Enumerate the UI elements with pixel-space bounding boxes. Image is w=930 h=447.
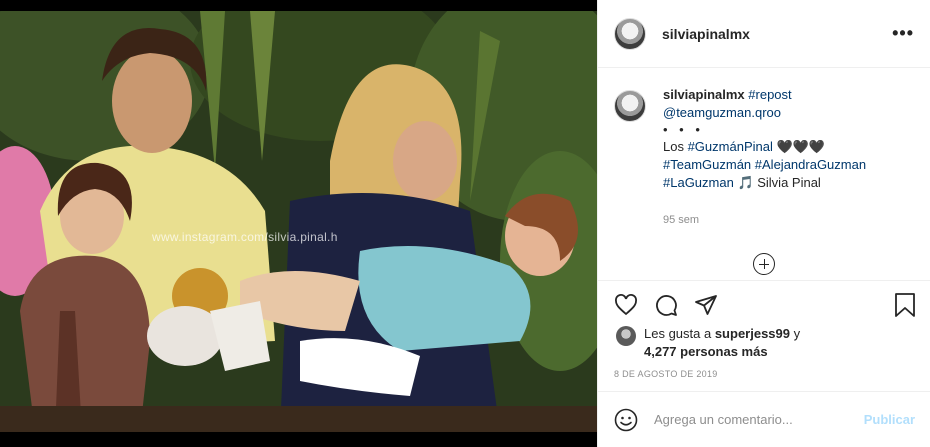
likes-prefix: Les gusta a: [644, 326, 715, 341]
caption-username[interactable]: silviapinalmx: [663, 87, 745, 102]
avatar[interactable]: [614, 17, 646, 50]
header-username[interactable]: silviapinalmx: [662, 26, 750, 42]
likes-text: Les gusta a superjess99 y 4,277 personas…: [644, 325, 800, 361]
instagram-post: www.instagram.com/silvia.pinal.h silviap…: [0, 0, 930, 447]
caption-dots: • • •: [663, 122, 704, 137]
post-header: silviapinalmx •••: [598, 0, 930, 68]
more-options-icon[interactable]: •••: [892, 23, 914, 44]
action-bar: [598, 280, 930, 328]
hashtag-teamguzman[interactable]: #TeamGuzmán: [663, 157, 751, 172]
caption-body: silviapinalmx #repost @teamguzman.qroo •…: [663, 86, 866, 192]
likes-summary: Les gusta a superjess99 y 4,277 personas…: [616, 325, 916, 361]
share-icon[interactable]: [694, 293, 718, 317]
heart-icon[interactable]: [614, 293, 638, 317]
post-caption: silviapinalmx #repost @teamguzman.qroo •…: [614, 86, 919, 192]
post-side-panel: silviapinalmx ••• silviapinalmx #repost …: [597, 0, 930, 447]
post-photo[interactable]: www.instagram.com/silvia.pinal.h: [0, 11, 597, 432]
likes-joiner: y: [790, 326, 801, 341]
comment-bar: Publicar: [598, 391, 930, 447]
caption-hearts: 🖤🖤🖤: [772, 139, 826, 154]
caption-text-los: Los: [663, 139, 688, 154]
hashtag-laguzman[interactable]: #LaGuzman: [663, 175, 734, 190]
photo-watermark: www.instagram.com/silvia.pinal.h: [152, 230, 338, 244]
mention-teamguzman[interactable]: @teamguzman.qroo: [663, 105, 781, 120]
emoji-icon[interactable]: [614, 408, 638, 432]
post-photo-container: www.instagram.com/silvia.pinal.h: [0, 0, 597, 447]
caption-timestamp[interactable]: 95 sem: [663, 214, 699, 226]
hashtag-alejandraguzman[interactable]: #AlejandraGuzman: [755, 157, 866, 172]
comment-icon[interactable]: [654, 293, 678, 317]
post-date[interactable]: 8 DE AGOSTO DE 2019: [614, 369, 718, 379]
caption-song: 🎵 Silvia Pinal: [733, 175, 821, 190]
caption-avatar[interactable]: [614, 90, 646, 122]
bookmark-icon[interactable]: [894, 293, 916, 317]
liker-username[interactable]: superjess99: [715, 326, 790, 341]
plus-circle-icon[interactable]: [753, 253, 775, 275]
hashtag-repost[interactable]: #repost: [748, 87, 791, 102]
publish-button[interactable]: Publicar: [864, 412, 915, 427]
hashtag-guzmanpinal[interactable]: #GuzmánPinal: [688, 139, 773, 154]
family-photo-illustration: [0, 11, 597, 432]
comment-input[interactable]: [654, 412, 854, 427]
likes-count[interactable]: 4,277 personas más: [644, 344, 768, 359]
liker-avatar[interactable]: [616, 326, 636, 346]
